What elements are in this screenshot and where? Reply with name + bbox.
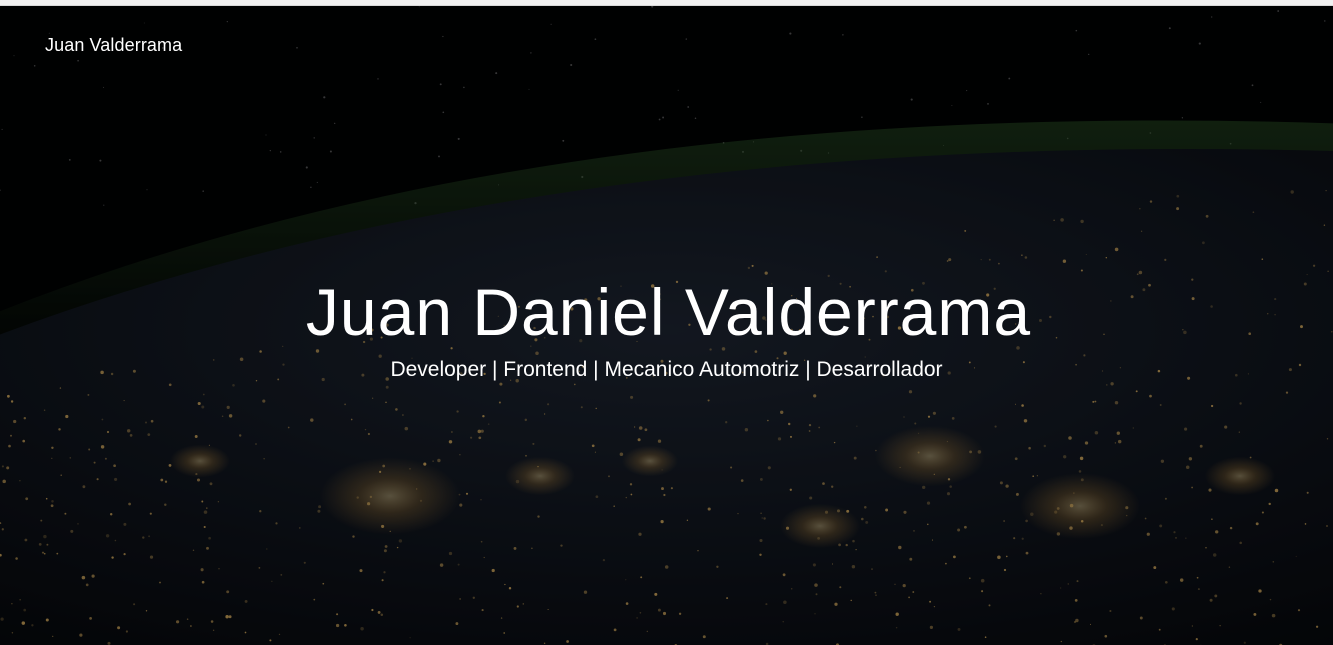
hero-content: Juan Daniel Valderrama Developer | Front… bbox=[0, 274, 1333, 383]
navbar-brand-link[interactable]: Juan Valderrama bbox=[45, 35, 182, 56]
hero-title: Juan Daniel Valderrama bbox=[305, 275, 1032, 349]
page: Juan Valderrama Juan Daniel Valderrama D… bbox=[0, 0, 1333, 645]
hero-subtitle: Developer | Frontend | Mecanico Automotr… bbox=[390, 358, 943, 381]
hero-section: Juan Valderrama Juan Daniel Valderrama D… bbox=[0, 6, 1333, 645]
